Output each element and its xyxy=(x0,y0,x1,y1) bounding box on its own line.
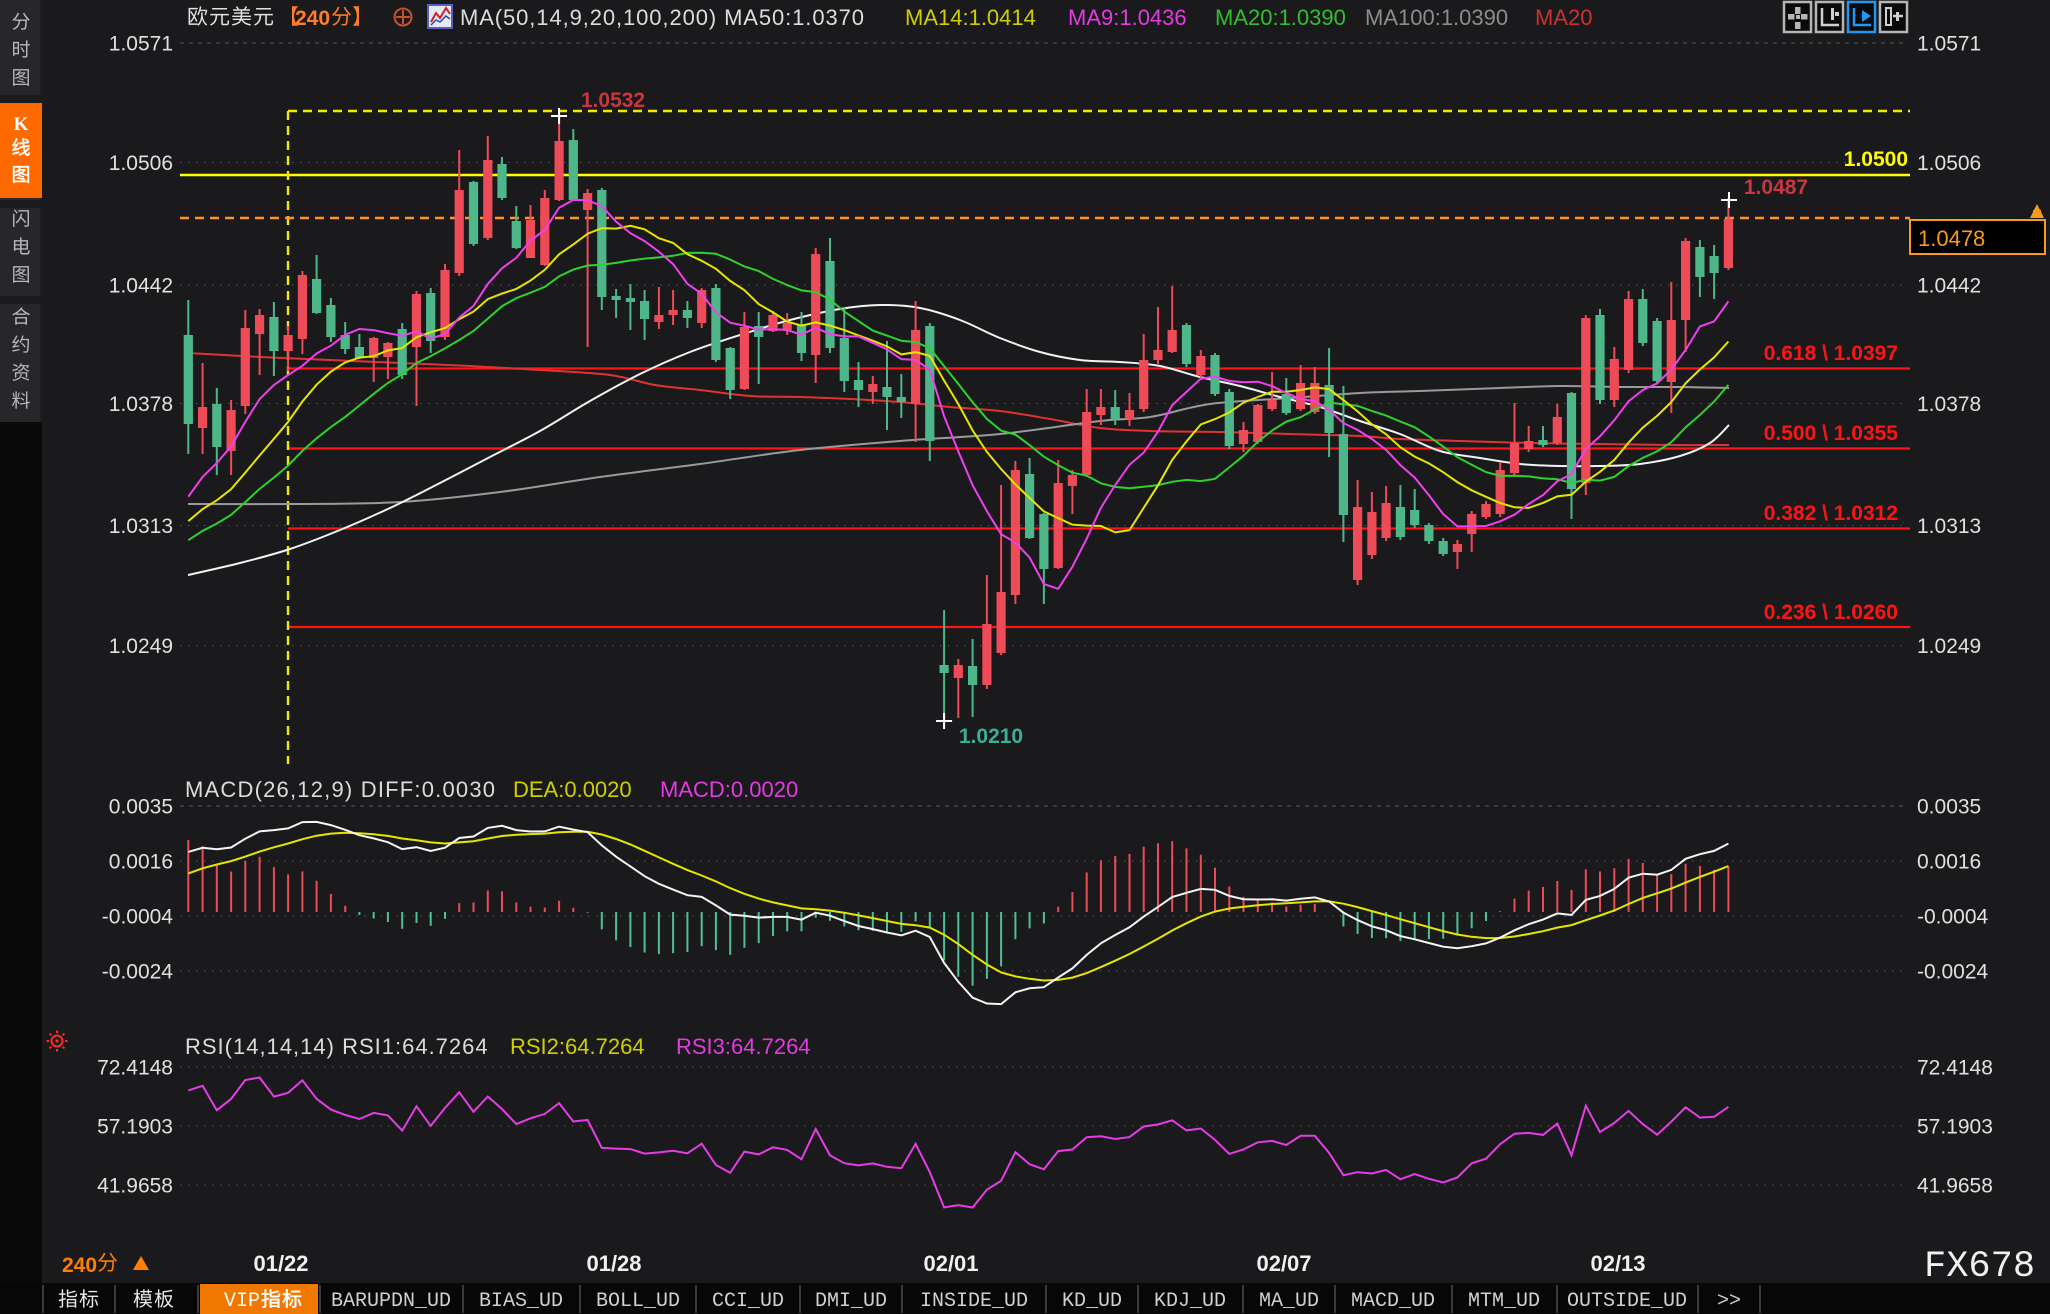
svg-text:01/28: 01/28 xyxy=(586,1251,641,1276)
svg-text:01/22: 01/22 xyxy=(253,1251,308,1276)
svg-text:240: 240 xyxy=(295,7,330,30)
svg-text:1.0478: 1.0478 xyxy=(1918,226,1985,251)
svg-text:1.0500: 1.0500 xyxy=(1844,148,1908,171)
svg-text:1.0249: 1.0249 xyxy=(109,635,173,658)
svg-text:BIAS_UD: BIAS_UD xyxy=(479,1290,563,1313)
svg-text:INSIDE_UD: INSIDE_UD xyxy=(920,1290,1028,1313)
svg-text:RSI2:64.7264: RSI2:64.7264 xyxy=(510,1034,645,1059)
svg-text:1.0210: 1.0210 xyxy=(959,725,1023,748)
svg-text:CCI_UD: CCI_UD xyxy=(712,1290,784,1313)
svg-text:MA14:1.0414: MA14:1.0414 xyxy=(905,5,1036,30)
svg-text:1.0378: 1.0378 xyxy=(109,393,173,416)
svg-text:0.618 \ 1.0397: 0.618 \ 1.0397 xyxy=(1764,342,1898,365)
svg-text:MA100:1.0390: MA100:1.0390 xyxy=(1365,5,1508,30)
svg-text:KDJ_UD: KDJ_UD xyxy=(1154,1290,1226,1313)
svg-text:>>: >> xyxy=(1717,1290,1741,1313)
svg-text:-0.0004: -0.0004 xyxy=(102,906,174,929)
svg-text:-0.0024: -0.0024 xyxy=(1917,961,1989,984)
svg-text:RSI3:64.7264: RSI3:64.7264 xyxy=(676,1034,811,1059)
svg-text:1.0313: 1.0313 xyxy=(109,515,173,538)
svg-text:1.0442: 1.0442 xyxy=(109,275,173,298)
svg-text:MACD:0.0020: MACD:0.0020 xyxy=(660,777,798,802)
svg-text:MA9:1.0436: MA9:1.0436 xyxy=(1068,5,1187,30)
svg-text:-0.0004: -0.0004 xyxy=(1917,906,1989,929)
svg-text:MA20: MA20 xyxy=(1535,5,1592,30)
svg-text:02/01: 02/01 xyxy=(923,1251,978,1276)
svg-text:-0.0024: -0.0024 xyxy=(102,961,174,984)
svg-text:240: 240 xyxy=(62,1254,97,1277)
svg-text:02/13: 02/13 xyxy=(1590,1251,1645,1276)
svg-text:1.0571: 1.0571 xyxy=(1917,33,1981,56)
svg-text:72.4148: 72.4148 xyxy=(1917,1057,1993,1080)
svg-text:MA_UD: MA_UD xyxy=(1259,1290,1319,1313)
svg-text:OUTSIDE_UD: OUTSIDE_UD xyxy=(1567,1290,1687,1313)
svg-text:1.0378: 1.0378 xyxy=(1917,393,1981,416)
svg-text:1.0532: 1.0532 xyxy=(581,89,645,112)
svg-text:BOLL_UD: BOLL_UD xyxy=(596,1290,680,1313)
svg-text:1.0249: 1.0249 xyxy=(1917,635,1981,658)
svg-text:0.0035: 0.0035 xyxy=(1917,796,1981,819)
svg-text:FX678: FX678 xyxy=(1924,1246,2035,1288)
svg-text:RSI(14,14,14) RSI1:64.7264: RSI(14,14,14) RSI1:64.7264 xyxy=(185,1034,489,1059)
svg-text:MA(50,14,9,20,100,200) MA50:1.: MA(50,14,9,20,100,200) MA50:1.0370 xyxy=(460,5,865,30)
svg-text:72.4148: 72.4148 xyxy=(97,1057,173,1080)
svg-text:57.1903: 57.1903 xyxy=(97,1116,173,1139)
svg-text:BARUPDN_UD: BARUPDN_UD xyxy=(331,1290,451,1313)
svg-text:K: K xyxy=(14,114,29,135)
svg-text:MACD_UD: MACD_UD xyxy=(1351,1290,1435,1313)
svg-text:VIP: VIP xyxy=(224,1290,260,1313)
svg-text:0.382 \ 1.0312: 0.382 \ 1.0312 xyxy=(1764,502,1898,525)
svg-text:57.1903: 57.1903 xyxy=(1917,1116,1993,1139)
svg-text:41.9658: 41.9658 xyxy=(1917,1175,1993,1198)
svg-text:0.0016: 0.0016 xyxy=(109,851,173,874)
svg-text:0.236 \ 1.0260: 0.236 \ 1.0260 xyxy=(1764,601,1898,624)
svg-text:02/07: 02/07 xyxy=(1256,1251,1311,1276)
svg-text:0.0035: 0.0035 xyxy=(109,796,173,819)
svg-text:MTM_UD: MTM_UD xyxy=(1468,1290,1540,1313)
svg-text:41.9658: 41.9658 xyxy=(97,1175,173,1198)
svg-text:DMI_UD: DMI_UD xyxy=(815,1290,887,1313)
svg-text:DEA:0.0020: DEA:0.0020 xyxy=(513,777,632,802)
svg-text:MA20:1.0390: MA20:1.0390 xyxy=(1215,5,1346,30)
svg-text:KD_UD: KD_UD xyxy=(1062,1290,1122,1313)
svg-text:MACD(26,12,9) DIFF:0.0030: MACD(26,12,9) DIFF:0.0030 xyxy=(185,777,496,802)
svg-text:1.0571: 1.0571 xyxy=(109,33,173,56)
svg-text:1.0442: 1.0442 xyxy=(1917,275,1981,298)
svg-text:1.0506: 1.0506 xyxy=(109,152,173,175)
svg-text:1.0313: 1.0313 xyxy=(1917,515,1981,538)
svg-text:0.0016: 0.0016 xyxy=(1917,851,1981,874)
svg-text:0.500 \ 1.0355: 0.500 \ 1.0355 xyxy=(1764,422,1899,445)
svg-text:1.0487: 1.0487 xyxy=(1744,176,1808,199)
svg-text:1.0506: 1.0506 xyxy=(1917,152,1981,175)
